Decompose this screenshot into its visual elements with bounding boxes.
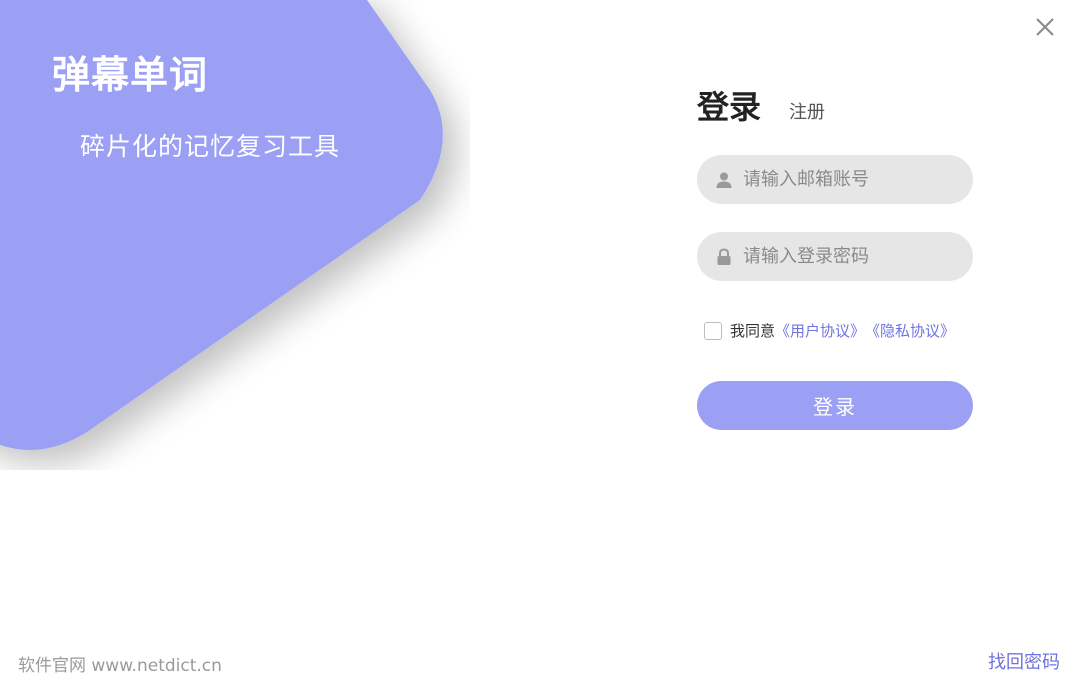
app-title: 弹幕单词 [52, 53, 209, 97]
agreement-prefix: 我同意 [730, 322, 776, 340]
user-agreement-link[interactable]: 《用户协议》 [775, 320, 865, 341]
close-icon [1036, 18, 1054, 36]
password-field[interactable] [697, 232, 973, 281]
app-subtitle: 碎片化的记忆复习工具 [80, 132, 341, 161]
privacy-policy-link[interactable]: 《隐私协议》 [865, 320, 955, 341]
auth-tabs: 登录 注册 [697, 82, 825, 128]
tab-login[interactable]: 登录 [697, 82, 761, 128]
agreement-checkbox[interactable] [704, 321, 722, 340]
user-icon [715, 171, 733, 189]
email-field[interactable] [697, 155, 973, 204]
email-input[interactable] [741, 168, 955, 191]
login-window: 弹幕单词 碎片化的记忆复习工具 登录 注册 我同意 《 [0, 0, 1080, 689]
login-button[interactable]: 登录 [697, 381, 973, 430]
website-text: 软件官网 www.netdict.cn [18, 656, 222, 676]
close-button[interactable] [1032, 14, 1058, 40]
agreement-row: 我同意 《用户协议》 《隐私协议》 [704, 320, 955, 341]
lock-icon [715, 247, 733, 266]
recover-password-link[interactable]: 找回密码 [988, 648, 1060, 674]
password-input[interactable] [741, 245, 955, 268]
tab-register[interactable]: 注册 [789, 98, 825, 124]
